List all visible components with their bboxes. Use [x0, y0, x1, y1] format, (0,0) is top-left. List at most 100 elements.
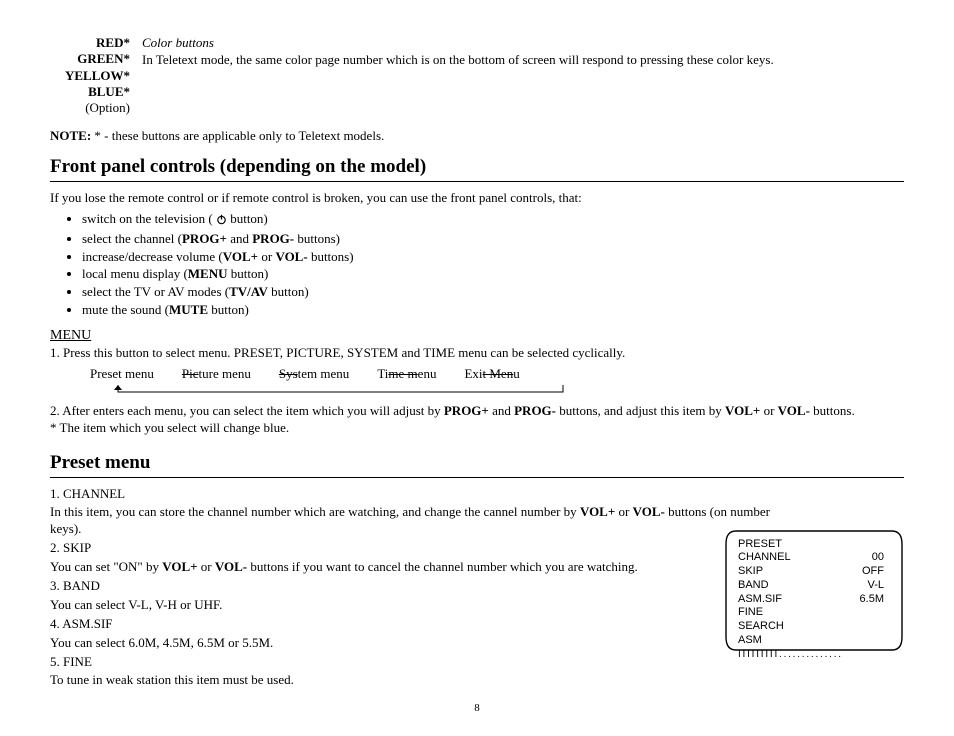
text: VOL-	[275, 249, 307, 264]
text: u	[513, 366, 520, 381]
text: PROG-	[252, 231, 294, 246]
text: VOL+	[223, 249, 258, 264]
tv-val: V-L	[867, 579, 890, 593]
front-panel-heading: Front panel controls (depending on the m…	[50, 155, 904, 180]
text: In this item, you can store the channel …	[50, 504, 580, 519]
text: MENU	[188, 266, 228, 281]
text: MUTE	[169, 302, 208, 317]
menu-item-preset: Preset menu	[90, 366, 154, 383]
tv-key: CHANNEL	[738, 551, 791, 565]
preset-3-text: You can select V-L, V-H or UHF.	[50, 597, 770, 614]
color-buttons-title: Color buttons	[142, 35, 774, 52]
preset-section: 1. CHANNEL In this item, you can store t…	[50, 486, 904, 690]
text: enu	[418, 366, 437, 381]
text: select the channel (	[82, 231, 182, 246]
text: Sys	[279, 366, 298, 381]
preset-5-title: 5. FINE	[50, 654, 770, 671]
tv-val: OFF	[862, 565, 890, 579]
blue-label: BLUE*	[88, 84, 130, 99]
text: button)	[268, 284, 309, 299]
note-line: NOTE: * - these buttons are applicable o…	[50, 128, 904, 145]
tv-val: 6.5M	[860, 593, 890, 607]
preset-1-title: 1. CHANNEL	[50, 486, 770, 503]
color-buttons-text: In Teletext mode, the same color page nu…	[142, 52, 774, 69]
text: 2. After enters each menu, you can selec…	[50, 403, 444, 418]
text: VOL-	[633, 504, 665, 519]
divider	[50, 181, 904, 182]
tv-key: BAND	[738, 579, 769, 593]
text: t Men	[483, 366, 514, 381]
text: buttons, and adjust this item by	[556, 403, 725, 418]
green-label: GREEN*	[77, 51, 130, 66]
text: local menu display (	[82, 266, 188, 281]
tv-key: FINE	[738, 606, 763, 620]
color-button-labels: RED* GREEN* YELLOW* BLUE* (Option)	[50, 35, 142, 116]
text: or	[198, 559, 215, 574]
menu-line2: 2. After enters each menu, you can selec…	[50, 403, 904, 420]
text: VOL+	[162, 559, 197, 574]
text: buttons.	[810, 403, 855, 418]
list-item: select the channel (PROG+ and PROG- butt…	[82, 231, 904, 248]
note-label: NOTE:	[50, 128, 91, 143]
text: VOL+	[580, 504, 615, 519]
color-buttons-description: Color buttons In Teletext mode, the same…	[142, 35, 774, 116]
text: and	[227, 231, 252, 246]
text: TV/AV	[229, 284, 268, 299]
text: PROG+	[444, 403, 489, 418]
text: button)	[227, 211, 268, 226]
option-label: (Option)	[50, 100, 130, 116]
text: PROG-	[514, 403, 556, 418]
text: Pic	[182, 366, 199, 381]
menu-line3: * The item which you select will change …	[50, 420, 904, 437]
text: select the TV or AV modes (	[82, 284, 229, 299]
text: switch on the television (	[82, 211, 216, 226]
preset-2-text: You can set "ON" by VOL+ or VOL- buttons…	[50, 559, 770, 576]
tv-val: 00	[872, 551, 890, 565]
text: VOL-	[778, 403, 810, 418]
text: or	[615, 504, 632, 519]
divider	[50, 477, 904, 478]
list-item: local menu display (MENU button)	[82, 266, 904, 283]
menu-item-system: System menu	[279, 366, 349, 383]
menu-line1: 1. Press this button to select menu. PRE…	[50, 345, 904, 362]
note-text: * - these buttons are applicable only to…	[91, 128, 384, 143]
text: or	[760, 403, 777, 418]
text: increase/decrease volume (	[82, 249, 223, 264]
menu-item-exit: Exit Menu	[464, 366, 519, 383]
preset-4-title: 4. ASM.SIF	[50, 616, 770, 633]
tv-title: PRESET	[738, 538, 782, 552]
menu-item-picture: Picture menu	[182, 366, 251, 383]
text: VOL+	[725, 403, 760, 418]
tv-key: ASM	[738, 634, 762, 648]
front-panel-list: switch on the television ( button) selec…	[50, 211, 904, 319]
text: or	[258, 249, 275, 264]
preset-body: 1. CHANNEL In this item, you can store t…	[50, 486, 770, 690]
yellow-label: YELLOW*	[65, 68, 130, 83]
tv-progress-bar: I I I I I I I I I . . . . . . . . . . . …	[738, 648, 890, 661]
preset-1-text: In this item, you can store the channel …	[50, 504, 770, 538]
menu-cycle-row: Preset menu Picture menu System menu Tim…	[90, 366, 904, 383]
tv-key: SEARCH	[738, 620, 784, 634]
text: button)	[228, 266, 269, 281]
preset-3-title: 3. BAND	[50, 578, 770, 595]
list-item: select the TV or AV modes (TV/AV button)	[82, 284, 904, 301]
text: button)	[208, 302, 249, 317]
text: buttons)	[308, 249, 354, 264]
tv-content: PRESET CHANNEL 00 SKIP OFF BAND V-L ASM.SIF…	[738, 538, 890, 643]
text: PROG+	[182, 231, 227, 246]
text: buttons if you want to cancel the channe…	[247, 559, 638, 574]
text: ture menu	[199, 366, 251, 381]
tv-screen-illustration: PRESET CHANNEL 00 SKIP OFF BAND V-L ASM.SIF…	[724, 528, 904, 653]
list-item: switch on the television ( button)	[82, 211, 904, 230]
text: me m	[388, 366, 417, 381]
list-item: increase/decrease volume (VOL+ or VOL- b…	[82, 249, 904, 266]
text: mute the sound (	[82, 302, 169, 317]
menu-heading: MENU	[50, 327, 904, 345]
page-number: 8	[50, 701, 904, 715]
text: VOL-	[215, 559, 247, 574]
front-panel-intro: If you lose the remote control or if rem…	[50, 190, 904, 207]
tv-key: SKIP	[738, 565, 763, 579]
menu-item-time: Time menu	[377, 366, 436, 383]
list-item: mute the sound (MUTE button)	[82, 302, 904, 319]
tv-key: ASM.SIF	[738, 593, 782, 607]
